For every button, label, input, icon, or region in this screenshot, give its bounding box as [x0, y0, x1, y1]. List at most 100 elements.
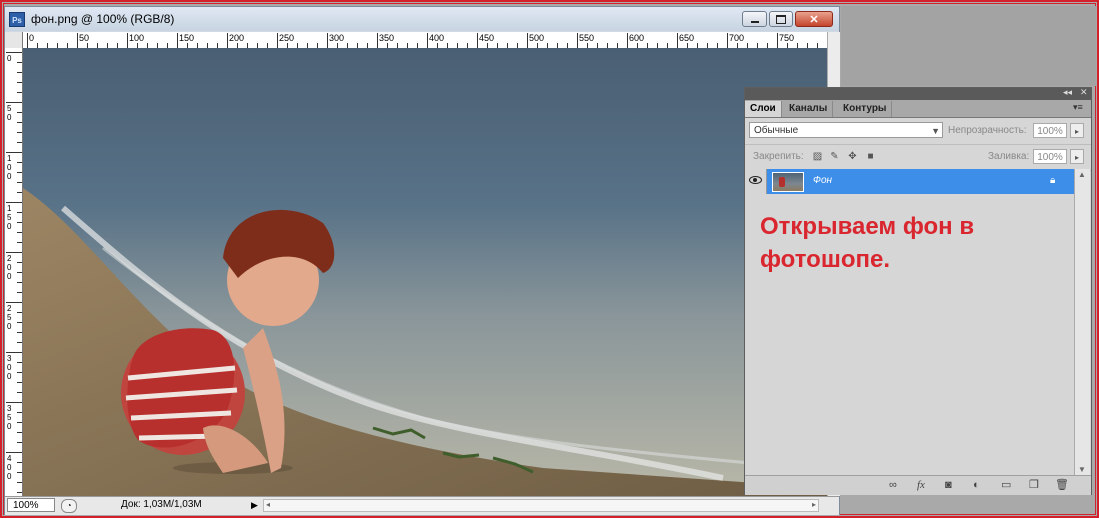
opacity-slider-arrow-icon[interactable]: ▸	[1070, 123, 1084, 138]
ruler-tick	[17, 392, 22, 393]
new-group-folder-icon[interactable]: ▭	[1001, 478, 1011, 492]
lock-all-icon[interactable]: ■	[865, 151, 876, 162]
add-mask-icon[interactable]: ◙	[945, 478, 952, 492]
ruler-tick	[17, 372, 22, 373]
ruler-tick	[177, 33, 178, 48]
layer-style-fx-icon[interactable]: fx	[917, 478, 925, 492]
ruler-tick	[17, 492, 22, 493]
ruler-origin[interactable]	[5, 32, 23, 49]
ruler-label: 700	[729, 33, 745, 43]
close-button[interactable]: ✕	[795, 11, 833, 27]
ruler-tick	[17, 362, 22, 363]
status-menu-arrow-icon[interactable]: ▶	[251, 500, 258, 511]
ruler-tick	[17, 432, 22, 433]
lock-row: Закрепить: ▨ ✎ ✥ ■ Заливка: 100% ▸	[745, 144, 1091, 171]
lock-transparency-icon[interactable]: ▨	[812, 151, 823, 162]
layers-vertical-scrollbar[interactable]: ▲ ▼	[1074, 169, 1090, 475]
ruler-tick	[17, 222, 22, 223]
ruler-tick	[17, 242, 22, 243]
tab-paths[interactable]: Контуры	[838, 101, 893, 117]
tab-channels[interactable]: Каналы	[784, 101, 834, 117]
fill-slider-arrow-icon[interactable]: ▸	[1070, 149, 1084, 164]
ruler-label: 0	[7, 54, 12, 63]
opacity-field[interactable]: 100%	[1033, 123, 1067, 138]
ruler-label: 0	[29, 33, 35, 43]
fill-field[interactable]: 100%	[1033, 149, 1067, 164]
collapse-panel-icon[interactable]: ◂◂	[1063, 87, 1072, 98]
vertical-ruler[interactable]: 0 50 100 150 200 250 300 350 400	[5, 48, 23, 496]
ruler-tick	[17, 92, 22, 93]
ruler-tick	[17, 472, 22, 473]
ruler-tick	[227, 33, 228, 48]
ruler-tick	[6, 52, 22, 53]
document-horizontal-scrollbar[interactable]: ◂ ▸	[263, 499, 819, 512]
tab-layers[interactable]: Слои	[745, 101, 782, 117]
ruler-label: 550	[579, 33, 595, 43]
link-layers-icon[interactable]: ∞	[889, 478, 897, 492]
ruler-label: 250	[7, 304, 12, 331]
status-toggle-icon[interactable]: ◔	[61, 499, 77, 513]
document-size-info: Док: 1,03M/1,03M	[121, 499, 202, 510]
ruler-label: 600	[629, 33, 645, 43]
scroll-down-arrow-icon[interactable]: ▼	[1078, 465, 1086, 474]
beach-photo	[23, 48, 827, 496]
ruler-tick	[17, 322, 22, 323]
document-titlebar[interactable]: Ps фон.png @ 100% (RGB/8) ✕	[5, 7, 839, 31]
layer-row-background[interactable]: Фон 🔒︎	[745, 169, 1074, 194]
ruler-tick	[17, 192, 22, 193]
horizontal-ruler[interactable]: 0 50 100 150 200 250 300 350 400 450 500 550 600 650 7…	[23, 32, 828, 49]
scroll-up-arrow-icon[interactable]: ▲	[1078, 170, 1086, 179]
lock-position-move-icon[interactable]: ✥	[847, 151, 858, 162]
ruler-tick	[427, 33, 428, 48]
document-window[interactable]: Ps фон.png @ 100% (RGB/8) ✕ 0 50 100 150 200…	[4, 6, 840, 515]
lock-image-brush-icon[interactable]: ✎	[829, 151, 840, 162]
layer-visibility-toggle[interactable]	[745, 169, 767, 194]
ruler-label: 250	[279, 33, 295, 43]
ruler-tick	[17, 72, 22, 73]
scroll-left-arrow-icon[interactable]: ◂	[266, 500, 270, 509]
panel-header-bar[interactable]: ◂◂ ✕	[745, 87, 1091, 100]
restore-icon	[776, 14, 786, 24]
ruler-label: 50	[79, 33, 90, 43]
ruler-label: 200	[7, 254, 12, 281]
ruler-tick	[6, 152, 22, 153]
ruler-tick	[17, 232, 22, 233]
ruler-tick	[6, 402, 22, 403]
ruler-tick	[6, 302, 22, 303]
panel-menu-icon[interactable]: ▾≡	[1073, 102, 1083, 113]
ruler-tick	[17, 212, 22, 213]
close-panel-icon[interactable]: ✕	[1080, 87, 1088, 98]
ruler-tick	[577, 33, 578, 48]
ruler-tick	[17, 342, 22, 343]
scroll-right-arrow-icon[interactable]: ▸	[812, 500, 816, 509]
ruler-tick	[17, 82, 22, 83]
layer-thumbnail	[772, 172, 804, 192]
ruler-tick	[17, 422, 22, 423]
ruler-label: 400	[429, 33, 445, 43]
adjustment-layer-icon[interactable]: ◐	[973, 478, 980, 492]
delete-layer-trash-icon[interactable]: 🗑︎	[1055, 478, 1069, 492]
layer-name[interactable]: Фон	[813, 175, 832, 186]
zoom-level-field[interactable]: 100%	[7, 498, 55, 512]
new-layer-icon[interactable]: ❐	[1029, 478, 1039, 492]
ruler-label: 750	[779, 33, 795, 43]
blend-mode-select[interactable]: Обычные ▼	[749, 122, 943, 138]
ruler-tick	[17, 162, 22, 163]
minimize-icon	[750, 20, 759, 23]
ruler-tick	[17, 262, 22, 263]
layers-panel[interactable]: ◂◂ ✕ Слои Каналы Контуры ▾≡ Обычные ▼ Не…	[744, 87, 1092, 495]
restore-button[interactable]	[769, 11, 793, 27]
ruler-label: 350	[7, 404, 12, 431]
chevron-down-icon: ▼	[931, 126, 940, 136]
ruler-tick	[17, 412, 22, 413]
ruler-tick	[17, 482, 22, 483]
photoshop-app-icon: Ps	[9, 12, 25, 27]
opacity-label: Непрозрачность:	[948, 125, 1027, 136]
image-canvas[interactable]	[23, 48, 827, 496]
ruler-tick	[17, 312, 22, 313]
ruler-label: 350	[379, 33, 395, 43]
blend-mode-value: Обычные	[754, 125, 799, 136]
ruler-label: 300	[7, 354, 12, 381]
close-icon: ✕	[809, 13, 819, 26]
minimize-button[interactable]	[742, 11, 767, 27]
